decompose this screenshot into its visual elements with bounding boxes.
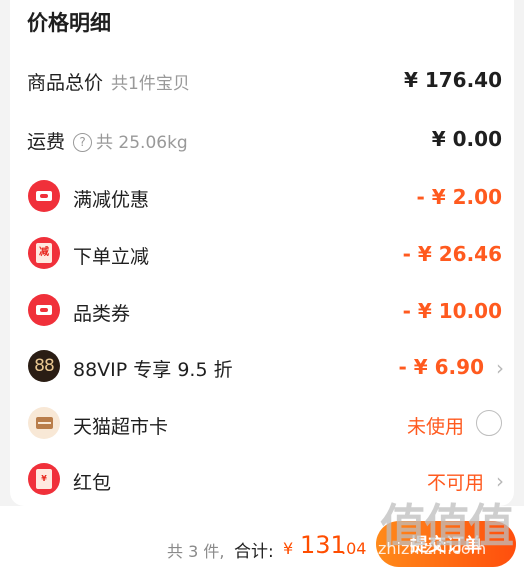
tmall-card-status: 未使用: [406, 416, 464, 438]
total-label: 合计:: [234, 542, 274, 562]
tmall-card-label: 天猫超市卡: [73, 416, 169, 438]
discount-label: 品类券: [73, 303, 131, 325]
red-envelope-icon: 减: [28, 237, 60, 269]
red-packet-label: 红包: [73, 472, 112, 494]
item-count: 共 3 件,: [167, 542, 225, 561]
shipping-row: 运费? 共 25.06kg ¥ 0.00: [10, 118, 514, 162]
discount-row-category-coupon: 品类券 - ¥ 10.00: [10, 290, 514, 334]
price-details-card: 价格明细 商品总价 共1件宝贝 ¥ 176.40 运费? 共 25.06kg ¥ 0…: [10, 0, 514, 506]
discount-label: 88VIP 专享 9.5 折: [73, 359, 233, 381]
tmall-card-row[interactable]: 天猫超市卡 未使用: [10, 403, 514, 447]
goods-count: 共1件宝贝: [111, 74, 190, 94]
chevron-right-icon[interactable]: ›: [496, 356, 504, 380]
section-title: 价格明细: [27, 11, 111, 35]
discount-value: - ¥ 10.00: [402, 299, 502, 323]
shipping-weight: 共 25.06kg: [96, 133, 188, 153]
goods-total-label: 商品总价: [27, 72, 104, 94]
card-icon: [28, 407, 60, 439]
discount-value: - ¥ 26.46: [402, 242, 502, 266]
total-cents: .04: [341, 539, 367, 558]
coupon-icon: [28, 294, 60, 326]
shipping-value: ¥ 0.00: [431, 127, 502, 151]
total-amount: 131: [300, 531, 346, 559]
vip88-icon: 88: [28, 350, 60, 382]
total-currency: ¥: [283, 539, 294, 558]
help-icon[interactable]: ?: [73, 133, 93, 152]
discount-label: 下单立减: [73, 246, 150, 268]
discount-row-instant: 减 下单立减 - ¥ 26.46: [10, 233, 514, 277]
red-packet-icon: ¥: [28, 463, 60, 495]
discount-value: - ¥ 6.90: [398, 355, 485, 379]
watermark-url: zhizhizhi.com: [378, 539, 487, 558]
shipping-label: 运费: [27, 131, 66, 153]
goods-total-row: 商品总价 共1件宝贝 ¥ 176.40: [10, 59, 514, 103]
discount-value: - ¥ 2.00: [416, 185, 503, 209]
tmall-card-radio[interactable]: [476, 410, 502, 436]
discount-label: 满减优惠: [73, 189, 150, 211]
ticket-icon: [28, 180, 60, 212]
discount-row-full-reduction: 满减优惠 - ¥ 2.00: [10, 176, 514, 220]
goods-total-value: ¥ 176.40: [403, 68, 502, 92]
discount-row-88vip[interactable]: 88 88VIP 专享 9.5 折 - ¥ 6.90 ›: [10, 346, 514, 390]
